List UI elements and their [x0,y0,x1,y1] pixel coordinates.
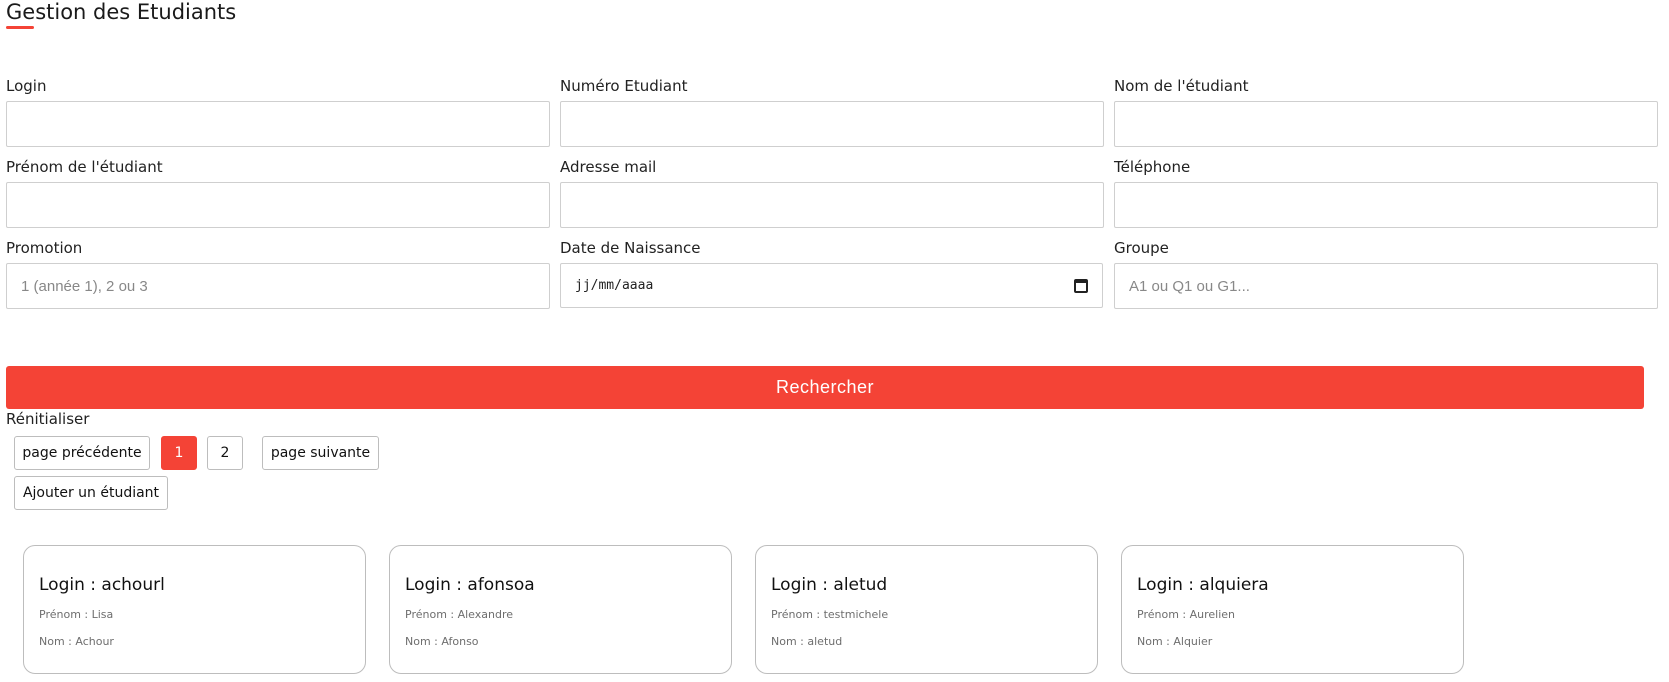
telephone-field: Téléphone [1114,157,1658,228]
next-page-button[interactable]: page suivante [262,436,379,470]
date-naissance-input[interactable]: jj/mm/aaaa [560,263,1103,308]
date-naissance-value: jj/mm/aaaa [575,278,654,293]
email-field: Adresse mail [560,157,1104,228]
date-naissance-label: Date de Naissance [560,239,701,257]
add-student-button[interactable]: Ajouter un étudiant [14,476,168,510]
student-nom: Nom : Alquier [1137,635,1213,648]
student-card[interactable]: Login : achourl Prénom : Lisa Nom : Acho… [23,545,366,674]
nom-input[interactable] [1114,101,1658,147]
login-field: Login [6,76,550,147]
student-prenom: Prénom : Lisa [39,608,114,621]
calendar-icon[interactable] [1074,278,1088,293]
page-button-1[interactable]: 1 [161,436,197,470]
student-prenom: Prénom : Aurelien [1137,608,1236,621]
groupe-placeholder: A1 ou Q1 ou G1... [1129,277,1250,295]
prenom-field: Prénom de l'étudiant [6,157,550,228]
date-naissance-field: Date de Naissance jj/mm/aaaa [560,238,1104,309]
student-nom: Nom : Afonso [405,635,479,648]
student-card[interactable]: Login : afonsoa Prénom : Alexandre Nom :… [389,545,732,674]
nom-field: Nom de l'étudiant [1114,76,1658,147]
student-login: Login : aletud [771,575,888,595]
student-nom: Nom : aletud [771,635,843,648]
form-row-3: Promotion 1 (année 1), 2 ou 3 Date de Na… [6,238,1660,309]
prenom-label: Prénom de l'étudiant [6,158,163,176]
prev-page-button[interactable]: page précédente [14,436,150,470]
student-card[interactable]: Login : alquiera Prénom : Aurelien Nom :… [1121,545,1464,674]
telephone-label: Téléphone [1114,158,1191,176]
telephone-input[interactable] [1114,182,1658,228]
promotion-input[interactable]: 1 (année 1), 2 ou 3 [6,263,550,309]
student-login: Login : alquiera [1137,575,1269,595]
form-row-2: Prénom de l'étudiant Adresse mail Téléph… [6,157,1660,228]
student-prenom: Prénom : testmichele [771,608,889,621]
student-login: Login : afonsoa [405,575,535,595]
login-label: Login [6,77,47,95]
student-card[interactable]: Login : aletud Prénom : testmichele Nom … [755,545,1098,674]
prenom-input[interactable] [6,182,550,228]
numero-label: Numéro Etudiant [560,77,688,95]
search-form: Login Numéro Etudiant Nom de l'étudiant … [6,76,1660,319]
groupe-input[interactable]: A1 ou Q1 ou G1... [1114,263,1658,309]
promotion-field: Promotion 1 (année 1), 2 ou 3 [6,238,550,309]
reset-link[interactable]: Rénitialiser [6,409,89,429]
student-login: Login : achourl [39,575,165,595]
numero-field: Numéro Etudiant [560,76,1104,147]
promotion-placeholder: 1 (année 1), 2 ou 3 [21,277,148,295]
student-nom: Nom : Achour [39,635,114,648]
student-prenom: Prénom : Alexandre [405,608,514,621]
login-input[interactable] [6,101,550,147]
form-row-1: Login Numéro Etudiant Nom de l'étudiant [6,76,1660,147]
nom-label: Nom de l'étudiant [1114,77,1249,95]
email-label: Adresse mail [560,158,657,176]
search-button[interactable]: Rechercher [6,366,1644,409]
email-input[interactable] [560,182,1104,228]
title-underline [6,26,34,29]
page-button-2[interactable]: 2 [207,436,243,470]
numero-input[interactable] [560,101,1104,147]
groupe-field: Groupe A1 ou Q1 ou G1... [1114,238,1658,309]
page-title: Gestion des Etudiants [6,0,237,24]
promotion-label: Promotion [6,239,83,257]
groupe-label: Groupe [1114,239,1169,257]
